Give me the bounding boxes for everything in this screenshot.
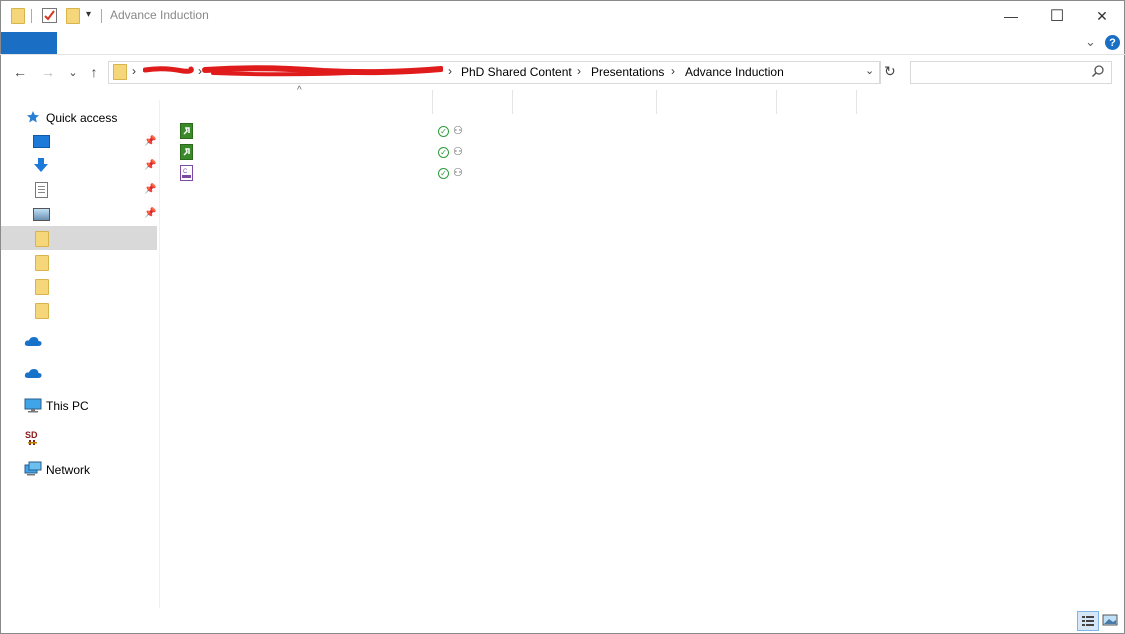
recent-locations-button[interactable]: ⌄ [63,62,83,82]
title-bar: ▾ Advance Induction — ☐ ✕ [0,0,1125,32]
pin-icon[interactable]: 📌 [144,208,156,219]
ribbon-divider [0,54,1125,55]
breadcrumb-item-phd-shared-content[interactable]: PhD Shared Content [461,65,572,79]
file-row[interactable]: ✓ ⚇ [170,121,870,142]
sync-status-available-icon: ✓ [438,168,449,179]
window-title: Advance Induction [110,8,209,22]
details-view-button[interactable] [1077,611,1099,631]
onedrive-icon[interactable] [24,336,42,350]
properties-icon[interactable] [42,8,57,23]
sd-card-icon[interactable]: SD [25,429,41,450]
column-divider[interactable] [656,90,657,114]
shared-person-icon: ⚇ [453,125,463,137]
folder-icon[interactable] [35,255,49,271]
svg-text:SD: SD [25,430,38,440]
documents-icon[interactable] [35,182,48,198]
separator [31,9,32,23]
folder-icon[interactable] [35,231,49,247]
purple-document-icon: C [180,165,193,181]
window-border [0,0,1125,634]
folder-icon[interactable] [35,279,49,295]
star-icon [26,110,40,127]
file-row[interactable]: C ✓ ⚇ [170,163,870,184]
computer-icon [24,398,42,417]
separator [101,9,102,23]
sidebar-item-quick-access[interactable]: Quick access [46,111,117,125]
breadcrumb-separator: › [448,64,452,78]
column-divider[interactable] [512,90,513,114]
navigation-pane [1,100,160,608]
minimize-button[interactable]: — [988,0,1034,32]
pin-icon[interactable]: 📌 [144,160,156,171]
file-tab[interactable] [1,32,57,54]
pin-icon[interactable]: 📌 [144,136,156,147]
shared-person-icon: ⚇ [453,146,463,158]
sync-status-available-icon: ✓ [438,126,449,137]
network-icon [24,461,42,480]
breadcrumb-item-presentations[interactable]: Presentations [591,65,664,79]
forward-button[interactable]: → [38,62,58,82]
refresh-button[interactable]: ↻ [884,63,896,80]
column-divider[interactable] [776,90,777,114]
column-divider[interactable] [432,90,433,114]
expand-ribbon-icon[interactable]: ⌄ [1085,34,1096,50]
folder-icon [11,8,25,24]
breadcrumb-separator: › [577,64,581,78]
search-icon [1091,64,1105,81]
pictures-icon[interactable] [33,208,50,221]
file-row[interactable]: ✓ ⚇ [170,142,870,163]
search-input[interactable] [910,61,1112,84]
breadcrumb-item-advance-induction[interactable]: Advance Induction [685,65,784,79]
address-dropdown-button[interactable]: ⌄ [865,64,874,77]
customize-quick-access-icon[interactable]: ▾ [86,9,91,20]
close-button[interactable]: ✕ [1079,0,1125,32]
sort-indicator-icon: ^ [297,85,302,96]
breadcrumb-separator: › [132,64,136,78]
svg-text:C: C [183,169,188,175]
address-folder-icon [113,64,127,80]
new-folder-icon[interactable] [66,8,80,24]
help-icon[interactable]: ? [1105,35,1120,50]
sync-status-available-icon: ✓ [438,147,449,158]
downloads-icon[interactable] [33,157,49,176]
column-divider[interactable] [856,90,857,114]
sidebar-item-selected[interactable] [1,226,157,250]
redacted-path [142,64,444,78]
sidebar-item-this-pc[interactable]: This PC [46,399,89,413]
desktop-icon[interactable] [33,135,50,148]
separator [880,61,881,84]
maximize-button[interactable]: ☐ [1034,0,1080,32]
green-document-icon [180,144,193,160]
up-button[interactable]: ↑ [84,62,104,82]
onedrive-icon[interactable] [24,368,42,382]
folder-icon[interactable] [35,303,49,319]
shared-person-icon: ⚇ [453,167,463,179]
green-document-icon [180,123,193,139]
breadcrumb-separator: › [198,64,202,78]
breadcrumb-separator: › [671,64,675,78]
sidebar-item-network[interactable]: Network [46,463,90,477]
large-icons-view-button[interactable] [1100,611,1120,629]
back-button[interactable]: ← [10,62,30,82]
pin-icon[interactable]: 📌 [144,184,156,195]
